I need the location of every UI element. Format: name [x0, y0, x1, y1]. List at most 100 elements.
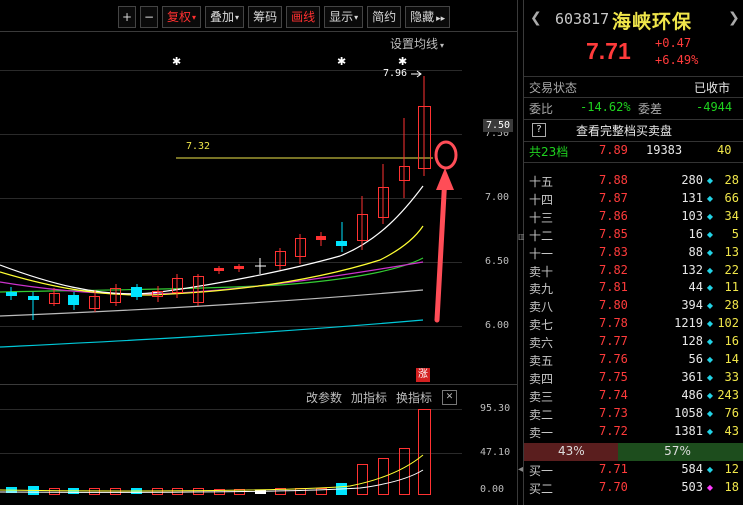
summary-price: 7.89: [599, 143, 628, 157]
level-label: 买二: [529, 482, 554, 496]
volume-bar: [295, 488, 306, 495]
level-label: 卖二: [529, 407, 554, 422]
volume-bar: [152, 488, 163, 495]
volume-bar: [49, 488, 60, 495]
star-marker: ✱: [172, 55, 182, 68]
ask-row[interactable]: 卖八 7.80 394 28 ◆: [524, 298, 743, 316]
ask-row[interactable]: 卖二 7.73 1058 76 ◆: [524, 406, 743, 424]
level-volume: 503: [681, 480, 703, 494]
full-depth-link[interactable]: ? 查看完整档买卖盘: [524, 122, 743, 140]
diamond-icon: ◆: [706, 355, 713, 364]
next-stock-button[interactable]: ❯: [728, 10, 740, 26]
candle: [234, 266, 244, 269]
diamond-icon: ◆: [706, 229, 713, 239]
level-volume: 1058: [674, 405, 703, 420]
ask-row[interactable]: 卖四 7.75 361 33 ◆: [524, 370, 743, 388]
level-volume: 361: [681, 369, 703, 384]
candle: [6, 292, 17, 296]
level-volume: 1381: [674, 423, 703, 438]
divider: [524, 141, 743, 142]
level-volume: 132: [681, 262, 703, 277]
level-volume: 56: [688, 352, 703, 366]
ma120-line: [0, 319, 424, 348]
level-count: 16: [724, 334, 739, 349]
ask-row[interactable]: 卖七 7.78 1219 102 ◆: [524, 316, 743, 334]
level-label: 十四: [529, 192, 554, 207]
level-price: 7.74: [599, 387, 628, 402]
level-price: 7.81: [599, 280, 628, 295]
level-label: 十二: [529, 228, 554, 243]
level-count: 43: [724, 423, 739, 438]
level-line-label: 7.32: [186, 141, 211, 152]
level-label: 卖四: [529, 371, 554, 386]
level-label: 卖八: [529, 300, 554, 315]
volume-ma-line: [0, 454, 424, 492]
diamond-icon: ◆: [706, 176, 713, 185]
ask-row[interactable]: 十一 7.83 88 13 ◆: [524, 245, 743, 263]
prev-stock-button[interactable]: ❮: [530, 10, 542, 26]
diamond-icon: ◆: [706, 483, 713, 492]
level-volume: 128: [681, 334, 703, 349]
help-icon: ?: [532, 123, 546, 137]
level-label: 买一: [529, 464, 554, 478]
divider: [524, 97, 743, 98]
ask-row[interactable]: 卖三 7.74 486 243 ◆: [524, 388, 743, 406]
level-count: 12: [724, 462, 739, 476]
ask-row[interactable]: 卖六 7.77 128 16 ◆: [524, 334, 743, 352]
ask-row[interactable]: 十五 7.88 280 28 ◆: [524, 173, 743, 191]
level-count: 243: [717, 387, 739, 402]
level-count: 34: [724, 208, 739, 223]
level-volume: 103: [681, 208, 703, 223]
level-label: 卖五: [529, 354, 554, 368]
price-change: +0.47: [655, 36, 692, 50]
volume-bar: [193, 488, 204, 495]
ask-row[interactable]: 卖一 7.72 1381 43 ◆: [524, 424, 743, 442]
level-price: 7.78: [599, 316, 628, 331]
kline-chart-area[interactable]: + − 复权▾ 叠加▾ 筹码 画线 显示▾ 简约 隐藏 ▸▸ 设置均线 ▾ 7.50…: [0, 0, 517, 505]
level-price: 7.82: [599, 262, 628, 277]
collapse-arrow-icon[interactable]: ◂: [518, 464, 523, 475]
level-price: 7.77: [599, 334, 628, 349]
candle: [68, 295, 79, 305]
ask-row[interactable]: 十三 7.86 103 34 ◆: [524, 209, 743, 227]
trade-status-value: 已收市: [694, 81, 731, 95]
expand-icon[interactable]: ▥: [518, 232, 526, 241]
bid-row[interactable]: 买一 7.71 584 12 ◆: [524, 462, 743, 480]
level-label: 卖七: [529, 318, 554, 333]
level-price: 7.86: [599, 208, 628, 223]
diamond-icon: ◆: [706, 211, 713, 221]
trade-status-label: 交易状态: [529, 81, 578, 95]
limit-up-badge: 涨: [416, 368, 430, 382]
stock-name: 海峡环保: [612, 11, 693, 33]
summary-count: 40: [717, 143, 732, 157]
level-volume: 1219: [674, 316, 703, 331]
diamond-icon: ◆: [706, 301, 713, 311]
order-ratio-row: 委比 -14.62% 委差 -4944: [524, 100, 743, 118]
ma5-line: [0, 185, 424, 295]
level-label: 卖九: [529, 282, 554, 297]
level-price: 7.80: [599, 298, 628, 313]
level-count: 5: [731, 226, 739, 241]
ask-row[interactable]: 十四 7.87 131 66 ◆: [524, 191, 743, 209]
diamond-icon: ◆: [706, 372, 713, 382]
level-count: 66: [724, 190, 739, 205]
level-volume: 280: [681, 173, 703, 187]
ask-row[interactable]: 十二 7.85 16 5 ◆: [524, 227, 743, 245]
ask-row[interactable]: 卖九 7.81 44 11 ◆: [524, 280, 743, 298]
volume-bar: [110, 488, 121, 495]
level-volume: 88: [688, 244, 703, 259]
level-label: 卖六: [529, 336, 554, 351]
level-label: 卖十: [529, 264, 554, 279]
full-depth-label: 查看完整档买卖盘: [576, 124, 673, 138]
buy-sell-ratio-bar: 43% 57%: [524, 443, 743, 461]
divider: [524, 162, 743, 163]
level-count: 11: [724, 280, 739, 295]
panel-splitter[interactable]: ▥ ◂: [517, 0, 526, 505]
candle: [131, 287, 142, 297]
ask-row[interactable]: 卖五 7.76 56 14 ◆: [524, 352, 743, 370]
bid-row[interactable]: 买二 7.70 503 18 ◆: [524, 480, 743, 498]
diamond-icon: ◆: [706, 247, 713, 257]
level-label: 卖一: [529, 425, 554, 440]
stock-code: 603817: [555, 10, 610, 28]
ask-row[interactable]: 卖十 7.82 132 22 ◆: [524, 263, 743, 281]
